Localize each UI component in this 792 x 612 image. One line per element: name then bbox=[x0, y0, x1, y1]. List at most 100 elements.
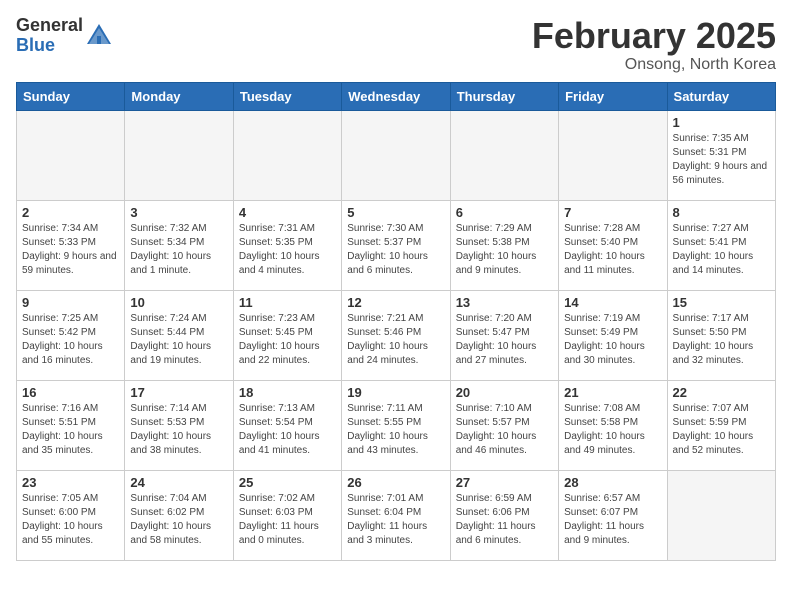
day-info: Sunrise: 7:27 AM Sunset: 5:41 PM Dayligh… bbox=[673, 222, 770, 278]
calendar-cell: 24 Sunrise: 7:04 AM Sunset: 6:02 PM Dayli… bbox=[125, 470, 233, 560]
logo-general-text: General bbox=[16, 16, 83, 36]
day-info: Sunrise: 7:02 AM Sunset: 6:03 PM Dayligh… bbox=[239, 492, 336, 548]
day-number: 11 bbox=[239, 295, 336, 310]
calendar-cell: 11 Sunrise: 7:23 AM Sunset: 5:45 PM Dayli… bbox=[233, 290, 341, 380]
calendar-cell: 2 Sunrise: 7:34 AM Sunset: 5:33 PM Daylig… bbox=[17, 200, 125, 290]
calendar-cell: 19 Sunrise: 7:11 AM Sunset: 5:55 PM Dayli… bbox=[342, 380, 450, 470]
day-number: 19 bbox=[347, 385, 444, 400]
day-number: 5 bbox=[347, 205, 444, 220]
calendar-cell: 16 Sunrise: 7:16 AM Sunset: 5:51 PM Dayli… bbox=[17, 380, 125, 470]
day-number: 18 bbox=[239, 385, 336, 400]
day-number: 4 bbox=[239, 205, 336, 220]
day-info: Sunrise: 7:23 AM Sunset: 5:45 PM Dayligh… bbox=[239, 312, 336, 368]
calendar-cell: 22 Sunrise: 7:07 AM Sunset: 5:59 PM Dayli… bbox=[667, 380, 775, 470]
day-number: 10 bbox=[130, 295, 227, 310]
day-number: 25 bbox=[239, 475, 336, 490]
calendar-cell: 28 Sunrise: 6:57 AM Sunset: 6:07 PM Dayli… bbox=[559, 470, 667, 560]
day-number: 17 bbox=[130, 385, 227, 400]
calendar-cell: 12 Sunrise: 7:21 AM Sunset: 5:46 PM Dayli… bbox=[342, 290, 450, 380]
day-info: Sunrise: 6:57 AM Sunset: 6:07 PM Dayligh… bbox=[564, 492, 661, 548]
day-number: 23 bbox=[22, 475, 119, 490]
weekday-header-thursday: Thursday bbox=[450, 82, 558, 110]
day-info: Sunrise: 7:20 AM Sunset: 5:47 PM Dayligh… bbox=[456, 312, 553, 368]
page-header: General Blue February 2025 Onsong, North… bbox=[16, 16, 776, 74]
week-row-5: 23 Sunrise: 7:05 AM Sunset: 6:00 PM Dayli… bbox=[17, 470, 776, 560]
day-info: Sunrise: 7:10 AM Sunset: 5:57 PM Dayligh… bbox=[456, 402, 553, 458]
calendar-cell: 1 Sunrise: 7:35 AM Sunset: 5:31 PM Daylig… bbox=[667, 110, 775, 200]
day-info: Sunrise: 7:30 AM Sunset: 5:37 PM Dayligh… bbox=[347, 222, 444, 278]
calendar-cell: 3 Sunrise: 7:32 AM Sunset: 5:34 PM Daylig… bbox=[125, 200, 233, 290]
subtitle: Onsong, North Korea bbox=[532, 56, 776, 74]
day-number: 6 bbox=[456, 205, 553, 220]
day-info: Sunrise: 7:16 AM Sunset: 5:51 PM Dayligh… bbox=[22, 402, 119, 458]
calendar-cell: 14Sunrise: 7:19 AM Sunset: 5:49 PM Dayli… bbox=[559, 290, 667, 380]
calendar-cell: 9Sunrise: 7:25 AM Sunset: 5:42 PM Daylig… bbox=[17, 290, 125, 380]
logo-icon bbox=[85, 22, 113, 50]
calendar-cell bbox=[342, 110, 450, 200]
day-number: 28 bbox=[564, 475, 661, 490]
day-number: 3 bbox=[130, 205, 227, 220]
calendar-cell: 10 Sunrise: 7:24 AM Sunset: 5:44 PM Dayli… bbox=[125, 290, 233, 380]
day-number: 24 bbox=[130, 475, 227, 490]
calendar-cell: 15 Sunrise: 7:17 AM Sunset: 5:50 PM Dayli… bbox=[667, 290, 775, 380]
day-info: Sunrise: 7:29 AM Sunset: 5:38 PM Dayligh… bbox=[456, 222, 553, 278]
day-number: 16 bbox=[22, 385, 119, 400]
day-number: 21 bbox=[564, 385, 661, 400]
calendar-cell: 17 Sunrise: 7:14 AM Sunset: 5:53 PM Dayli… bbox=[125, 380, 233, 470]
day-info: Sunrise: 7:21 AM Sunset: 5:46 PM Dayligh… bbox=[347, 312, 444, 368]
calendar-cell: 5 Sunrise: 7:30 AM Sunset: 5:37 PM Daylig… bbox=[342, 200, 450, 290]
day-info: Sunrise: 7:31 AM Sunset: 5:35 PM Dayligh… bbox=[239, 222, 336, 278]
day-info: Sunrise: 7:14 AM Sunset: 5:53 PM Dayligh… bbox=[130, 402, 227, 458]
calendar-cell bbox=[559, 110, 667, 200]
calendar-cell: 23 Sunrise: 7:05 AM Sunset: 6:00 PM Dayli… bbox=[17, 470, 125, 560]
calendar-cell: 7 Sunrise: 7:28 AM Sunset: 5:40 PM Daylig… bbox=[559, 200, 667, 290]
calendar-table: SundayMondayTuesdayWednesdayThursdayFrid… bbox=[16, 82, 776, 561]
day-info: Sunrise: 7:07 AM Sunset: 5:59 PM Dayligh… bbox=[673, 402, 770, 458]
day-number: 12 bbox=[347, 295, 444, 310]
calendar-cell: 4 Sunrise: 7:31 AM Sunset: 5:35 PM Daylig… bbox=[233, 200, 341, 290]
calendar-cell bbox=[125, 110, 233, 200]
day-number: 1 bbox=[673, 115, 770, 130]
calendar-cell bbox=[17, 110, 125, 200]
month-title: February 2025 bbox=[532, 16, 776, 56]
day-number: 20 bbox=[456, 385, 553, 400]
calendar-cell: 26Sunrise: 7:01 AM Sunset: 6:04 PM Dayli… bbox=[342, 470, 450, 560]
calendar-cell: 21 Sunrise: 7:08 AM Sunset: 5:58 PM Dayli… bbox=[559, 380, 667, 470]
day-number: 7 bbox=[564, 205, 661, 220]
week-row-1: 1 Sunrise: 7:35 AM Sunset: 5:31 PM Daylig… bbox=[17, 110, 776, 200]
logo-blue-text: Blue bbox=[16, 36, 83, 56]
day-info: Sunrise: 7:19 AM Sunset: 5:49 PM Dayligh… bbox=[564, 312, 661, 368]
week-row-4: 16 Sunrise: 7:16 AM Sunset: 5:51 PM Dayli… bbox=[17, 380, 776, 470]
weekday-header-saturday: Saturday bbox=[667, 82, 775, 110]
day-info: Sunrise: 7:01 AM Sunset: 6:04 PM Dayligh… bbox=[347, 492, 444, 548]
calendar-cell: 25 Sunrise: 7:02 AM Sunset: 6:03 PM Dayli… bbox=[233, 470, 341, 560]
weekday-header-row: SundayMondayTuesdayWednesdayThursdayFrid… bbox=[17, 82, 776, 110]
day-number: 22 bbox=[673, 385, 770, 400]
weekday-header-monday: Monday bbox=[125, 82, 233, 110]
calendar-cell: 18Sunrise: 7:13 AM Sunset: 5:54 PM Dayli… bbox=[233, 380, 341, 470]
day-info: Sunrise: 7:11 AM Sunset: 5:55 PM Dayligh… bbox=[347, 402, 444, 458]
day-number: 2 bbox=[22, 205, 119, 220]
day-info: Sunrise: 7:34 AM Sunset: 5:33 PM Dayligh… bbox=[22, 222, 119, 278]
calendar-cell bbox=[233, 110, 341, 200]
calendar-cell bbox=[450, 110, 558, 200]
day-info: Sunrise: 7:08 AM Sunset: 5:58 PM Dayligh… bbox=[564, 402, 661, 458]
day-number: 13 bbox=[456, 295, 553, 310]
logo: General Blue bbox=[16, 16, 113, 56]
day-info: Sunrise: 7:28 AM Sunset: 5:40 PM Dayligh… bbox=[564, 222, 661, 278]
day-info: Sunrise: 6:59 AM Sunset: 6:06 PM Dayligh… bbox=[456, 492, 553, 548]
day-number: 8 bbox=[673, 205, 770, 220]
day-number: 27 bbox=[456, 475, 553, 490]
day-info: Sunrise: 7:32 AM Sunset: 5:34 PM Dayligh… bbox=[130, 222, 227, 278]
calendar-cell: 13 Sunrise: 7:20 AM Sunset: 5:47 PM Dayli… bbox=[450, 290, 558, 380]
day-info: Sunrise: 7:24 AM Sunset: 5:44 PM Dayligh… bbox=[130, 312, 227, 368]
calendar-cell: 20 Sunrise: 7:10 AM Sunset: 5:57 PM Dayli… bbox=[450, 380, 558, 470]
week-row-2: 2 Sunrise: 7:34 AM Sunset: 5:33 PM Daylig… bbox=[17, 200, 776, 290]
weekday-header-wednesday: Wednesday bbox=[342, 82, 450, 110]
day-info: Sunrise: 7:35 AM Sunset: 5:31 PM Dayligh… bbox=[673, 132, 770, 188]
day-info: Sunrise: 7:05 AM Sunset: 6:00 PM Dayligh… bbox=[22, 492, 119, 548]
weekday-header-tuesday: Tuesday bbox=[233, 82, 341, 110]
day-info: Sunrise: 7:04 AM Sunset: 6:02 PM Dayligh… bbox=[130, 492, 227, 548]
day-info: Sunrise: 7:17 AM Sunset: 5:50 PM Dayligh… bbox=[673, 312, 770, 368]
day-number: 15 bbox=[673, 295, 770, 310]
